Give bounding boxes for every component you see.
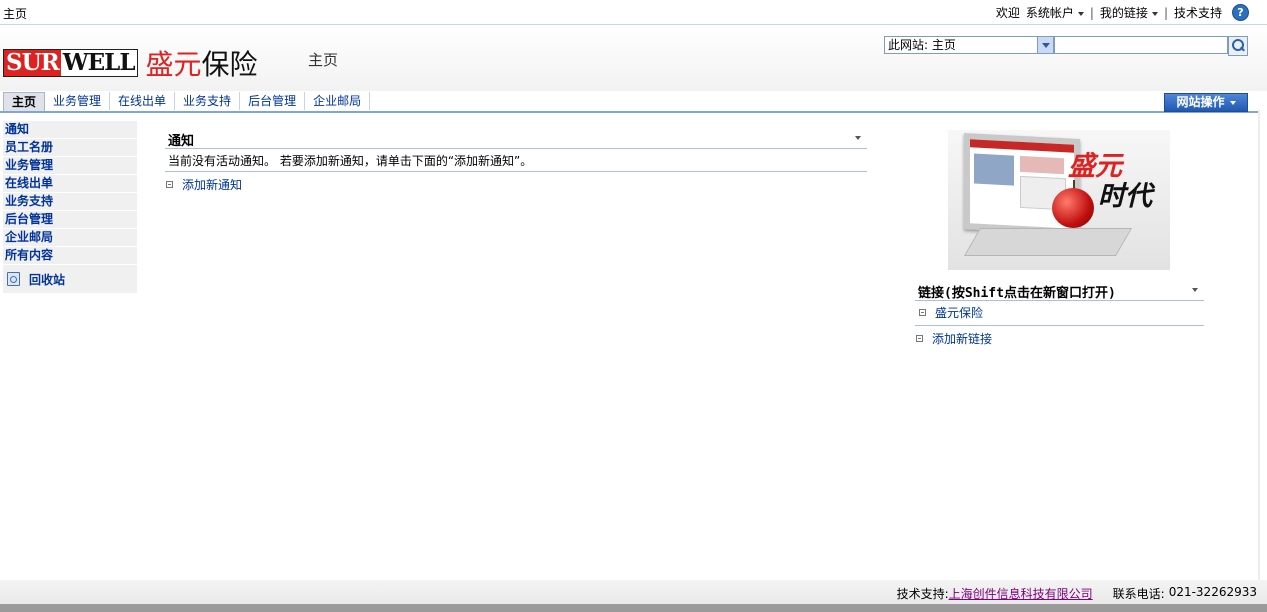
announcements-title[interactable]: 通知 bbox=[168, 130, 194, 149]
tab-home[interactable]: 主页 bbox=[3, 92, 46, 111]
site-actions-label: 网站操作 bbox=[1176, 95, 1225, 109]
tab-business-management[interactable]: 业务管理 bbox=[45, 92, 111, 110]
sidebar-item-online-policy[interactable]: 在线出单 bbox=[3, 175, 137, 193]
tab-bar: 主页 业务管理 在线出单 业务支持 后台管理 企业邮局 bbox=[3, 91, 371, 111]
add-item-icon bbox=[916, 335, 923, 342]
sidebar-item-admin[interactable]: 后台管理 bbox=[3, 211, 137, 229]
add-announcement-link[interactable]: 添加新通知 bbox=[165, 176, 867, 193]
footer-company-link[interactable]: 上海创件信息科技有限公司 bbox=[949, 585, 1093, 602]
announcements-empty-text: 当前没有活动通知。 若要添加新通知，请单击下面的“添加新通知”。 bbox=[165, 149, 867, 172]
account-menu[interactable]: 系统帐户 bbox=[1026, 4, 1084, 21]
recycle-bin-label: 回收站 bbox=[29, 272, 66, 287]
header: SUR WELL 盛元 保险 主页 此网站: 主页 bbox=[0, 25, 1267, 91]
logo-well: WELL bbox=[60, 49, 137, 76]
logo-chinese-red: 盛元 bbox=[145, 48, 202, 81]
announcements-webpart: 通知 当前没有活动通知。 若要添加新通知，请单击下面的“添加新通知”。 添加新通… bbox=[165, 128, 867, 193]
footer: 技术支持: 上海创件信息科技有限公司 联系电话: 021-32262933 bbox=[0, 580, 1267, 604]
chevron-down-icon[interactable] bbox=[1037, 37, 1053, 53]
links-webpart: 链接(按Shift点击在新窗口打开) 盛元保险 添加新链接 bbox=[915, 280, 1204, 347]
site-actions-button[interactable]: 网站操作 bbox=[1164, 93, 1248, 112]
bottom-strip bbox=[0, 604, 1267, 612]
help-icon[interactable]: ? bbox=[1232, 4, 1249, 21]
sidebar-item-staff[interactable]: 员工名册 bbox=[3, 139, 137, 157]
logo-chinese-black: 保险 bbox=[201, 48, 258, 81]
footer-info: 技术支持: 上海创件信息科技有限公司 联系电话: 021-32262933 bbox=[897, 585, 1257, 602]
sidebar-item-mail[interactable]: 企业邮局 bbox=[3, 229, 137, 247]
support-link[interactable]: 技术支持 bbox=[1174, 4, 1222, 21]
logo-sur: SUR bbox=[4, 49, 61, 76]
add-link-label: 添加新链接 bbox=[932, 332, 993, 346]
sidebar-item-all-content[interactable]: 所有内容 bbox=[3, 247, 137, 265]
tab-business-support[interactable]: 业务支持 bbox=[175, 92, 241, 110]
tab-online-policy[interactable]: 在线出单 bbox=[110, 92, 176, 110]
page-title: 主页 bbox=[308, 51, 339, 69]
webpart-header: 通知 bbox=[165, 128, 867, 149]
search-input[interactable] bbox=[1054, 36, 1228, 54]
divider: | bbox=[1089, 5, 1094, 20]
search-scope-select[interactable]: 此网站: 主页 bbox=[884, 36, 1054, 54]
promo-image: 盛元 时代 bbox=[948, 130, 1170, 270]
webpart-menu-icon[interactable] bbox=[855, 136, 861, 140]
promo-text-2: 时代 bbox=[1098, 181, 1152, 212]
add-link-link[interactable]: 添加新链接 bbox=[915, 330, 1204, 347]
site-logo[interactable]: SUR WELL 盛元 保险 bbox=[3, 43, 258, 83]
right-border bbox=[1258, 110, 1260, 580]
quick-launch: 通知 员工名册 业务管理 在线出单 业务支持 后台管理 企业邮局 所有内容 回收… bbox=[3, 121, 137, 293]
tab-mail[interactable]: 企业邮局 bbox=[305, 92, 371, 110]
apple-icon bbox=[1052, 188, 1094, 228]
breadcrumb[interactable]: 主页 bbox=[3, 5, 27, 22]
links-list: 盛元保险 bbox=[915, 301, 1204, 326]
logo-wordmark: SUR WELL bbox=[3, 49, 138, 77]
my-links-label: 我的链接 bbox=[1099, 6, 1148, 20]
footer-support-label: 技术支持: bbox=[896, 587, 949, 601]
chevron-down-icon bbox=[1229, 100, 1236, 105]
sidebar-item-recycle-bin[interactable]: 回收站 bbox=[3, 267, 137, 291]
top-nav: 主页 业务管理 在线出单 业务支持 后台管理 企业邮局 网站操作 bbox=[0, 91, 1258, 113]
webpart-menu-icon[interactable] bbox=[1192, 288, 1198, 292]
webpart-header: 链接(按Shift点击在新窗口打开) bbox=[915, 280, 1204, 301]
search-scope-value: 此网站: 主页 bbox=[888, 38, 956, 52]
laptop-keyboard bbox=[963, 228, 1133, 256]
welcome-text: 欢迎 bbox=[995, 6, 1020, 20]
sidebar-item-business-support[interactable]: 业务支持 bbox=[3, 193, 137, 211]
chevron-down-icon bbox=[1077, 11, 1084, 16]
footer-phone: 021-32262933 bbox=[1168, 585, 1257, 599]
tab-admin[interactable]: 后台管理 bbox=[240, 92, 306, 110]
add-announcement-label: 添加新通知 bbox=[182, 178, 243, 192]
search-button[interactable] bbox=[1228, 36, 1248, 56]
links-title[interactable]: 链接(按Shift点击在新窗口打开) bbox=[918, 282, 1116, 301]
footer-phone-label: 联系电话: bbox=[1112, 587, 1165, 601]
link-label: 盛元保险 bbox=[935, 306, 984, 320]
divider: | bbox=[1163, 5, 1168, 20]
recycle-bin-icon bbox=[7, 272, 20, 286]
account-label: 系统帐户 bbox=[1025, 6, 1074, 20]
top-links: 欢迎 系统帐户 | 我的链接 | 技术支持 ? bbox=[996, 4, 1249, 21]
list-item[interactable]: 盛元保险 bbox=[918, 304, 1204, 321]
sidebar-item-announcements[interactable]: 通知 bbox=[3, 121, 137, 139]
sidebar-item-business-management[interactable]: 业务管理 bbox=[3, 157, 137, 175]
bullet-icon bbox=[919, 309, 926, 316]
top-bar: 主页 欢迎 系统帐户 | 我的链接 | 技术支持 ? bbox=[0, 0, 1267, 25]
my-links-menu[interactable]: 我的链接 bbox=[1100, 4, 1158, 21]
chevron-down-icon bbox=[1151, 11, 1158, 16]
add-item-icon bbox=[166, 181, 173, 188]
